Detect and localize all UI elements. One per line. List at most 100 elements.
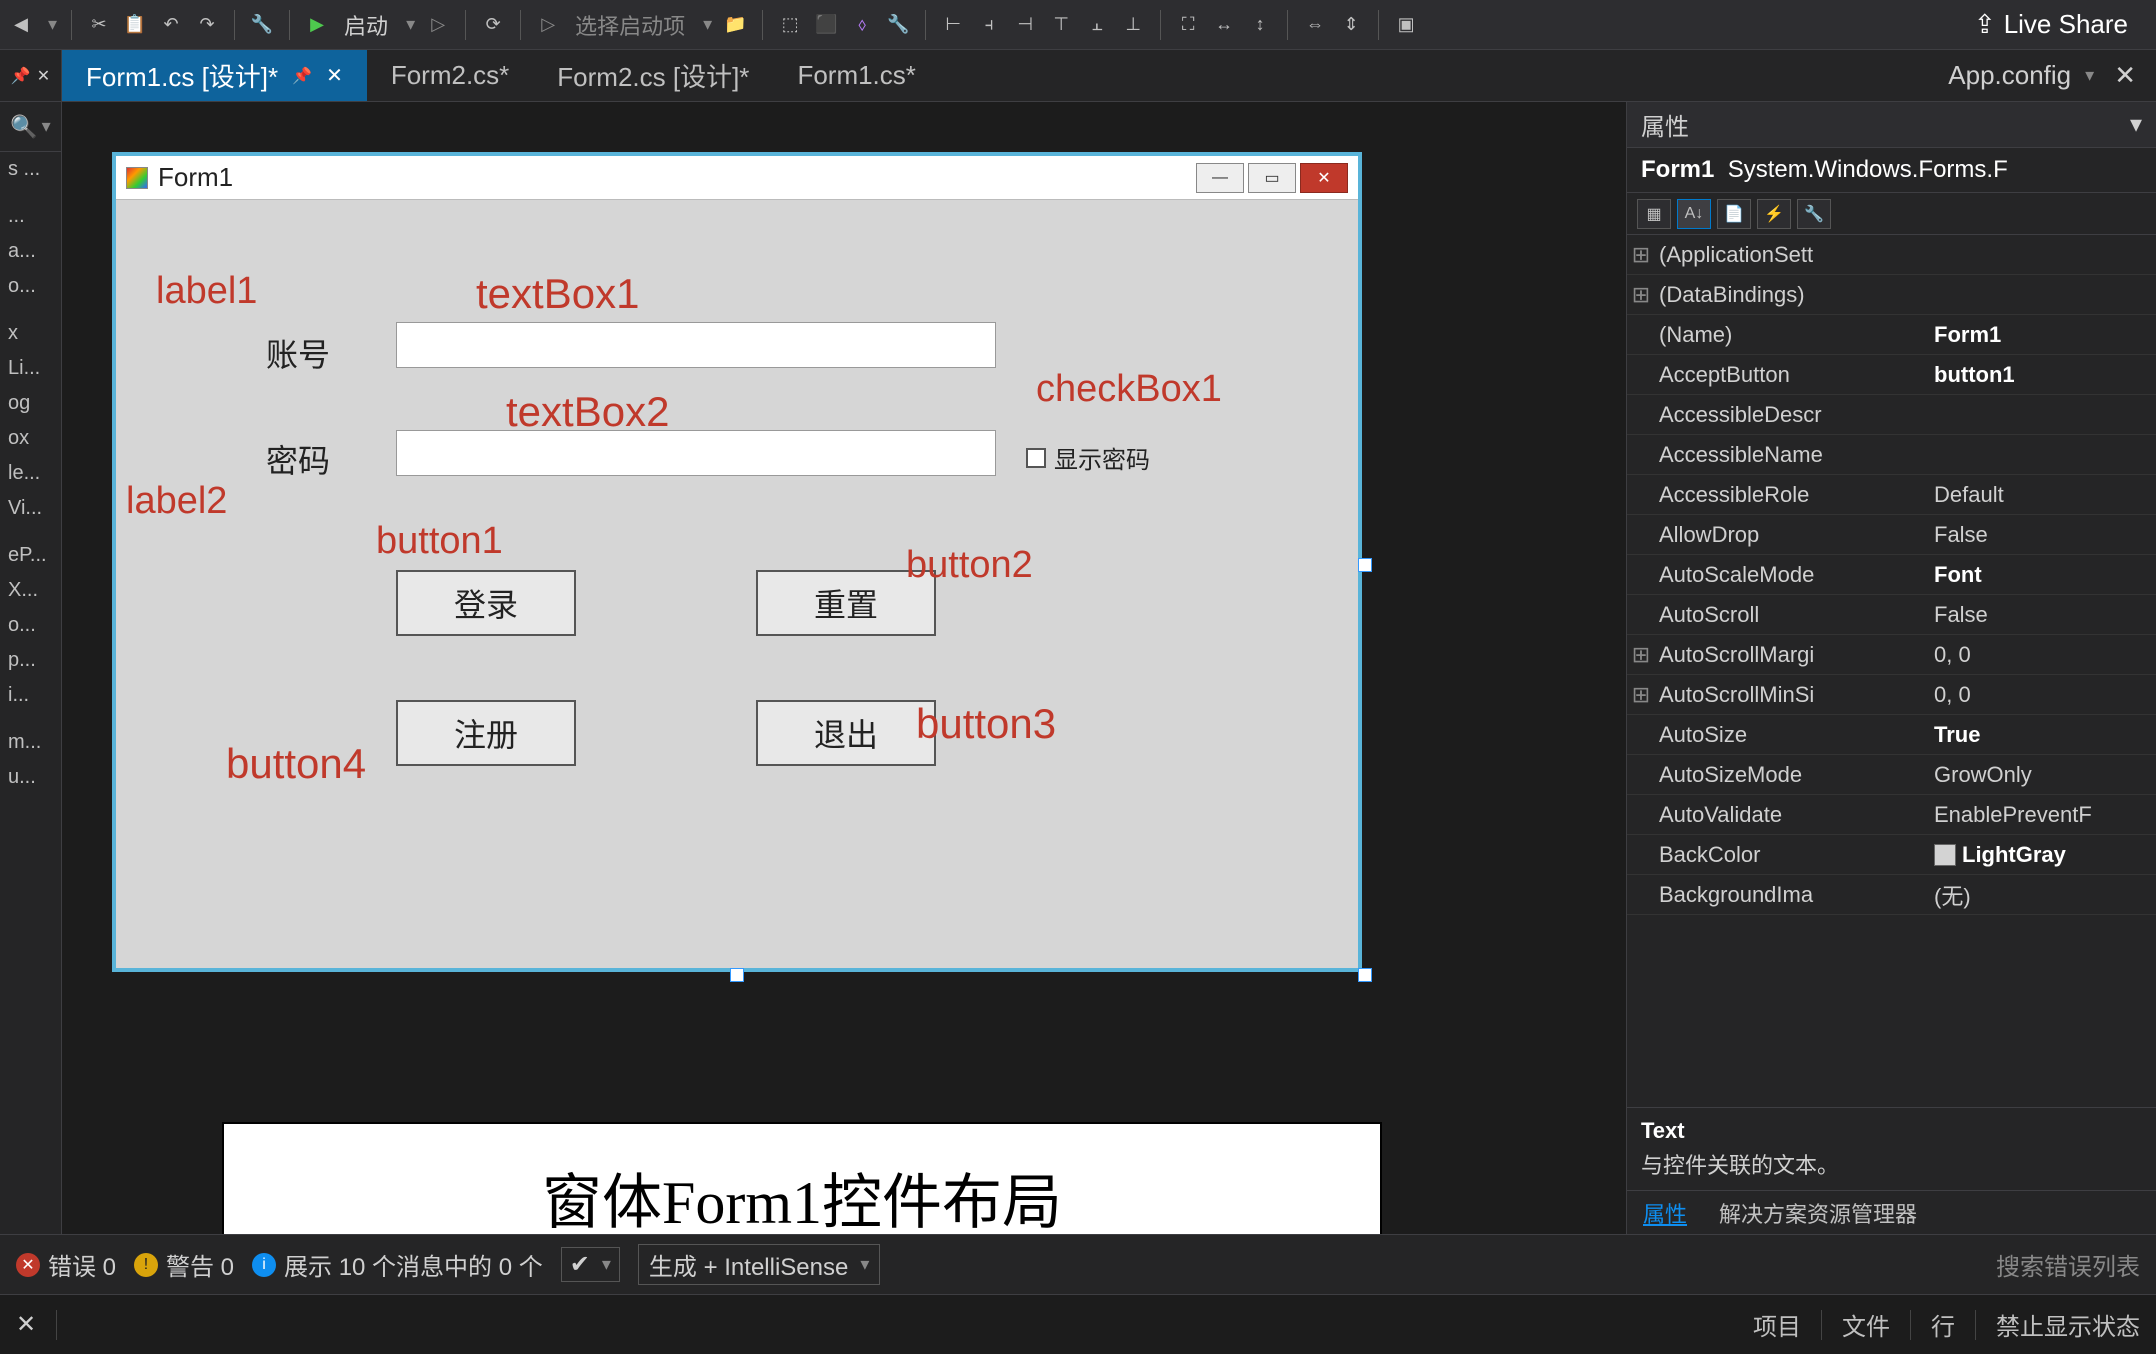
center-v-icon[interactable]: ⇕ xyxy=(1338,12,1364,38)
gutter-item[interactable]: u... xyxy=(0,760,61,795)
pin-area[interactable]: 📌✕ xyxy=(0,50,62,101)
clear-filter[interactable]: ✔▾ xyxy=(561,1247,620,1282)
property-value[interactable]: True xyxy=(1926,722,2156,748)
dropdown-icon[interactable]: ▾ xyxy=(2130,110,2142,139)
maximize-button[interactable]: ▭ xyxy=(1248,163,1296,193)
status-suppress[interactable]: 禁止显示状态 xyxy=(1996,1307,2140,1342)
start-icon[interactable]: ▶ xyxy=(304,12,330,38)
alphabetical-icon[interactable]: A↓ xyxy=(1677,199,1711,229)
property-row[interactable]: BackColorLightGray xyxy=(1627,835,2156,875)
build-scope-dropdown[interactable]: 生成 + IntelliSense▾ xyxy=(638,1244,880,1285)
property-row[interactable]: AutoSizeTrue xyxy=(1627,715,2156,755)
form-body[interactable]: 账号 密码 显示密码 登录 重置 注册 退出 label1 textBox1 t… xyxy=(116,200,1358,968)
gutter-item[interactable]: le... xyxy=(0,456,61,491)
gutter-item[interactable]: i... xyxy=(0,678,61,713)
align-top-icon[interactable]: ⊤ xyxy=(1048,12,1074,38)
expander-icon[interactable]: ⊞ xyxy=(1627,242,1655,268)
info-filter[interactable]: i展示 10 个消息中的 0 个 xyxy=(252,1247,543,1282)
property-value[interactable]: Form1 xyxy=(1926,322,2156,348)
gutter-item[interactable]: X... xyxy=(0,573,61,608)
center-h-icon[interactable]: ⇔ xyxy=(1302,12,1328,38)
gutter-item[interactable]: o... xyxy=(0,608,61,643)
gutter-item[interactable]: m... xyxy=(0,725,61,760)
align-left-icon[interactable]: ⊢ xyxy=(940,12,966,38)
property-row[interactable]: BackgroundIma(无) xyxy=(1627,875,2156,915)
categorized-icon[interactable]: ▦ xyxy=(1637,199,1671,229)
tab-solution-explorer[interactable]: 解决方案资源管理器 xyxy=(1703,1191,1933,1234)
toolbox-search[interactable]: 🔍▾ xyxy=(0,102,61,152)
tab-form1-cs[interactable]: Form1.cs* xyxy=(773,50,939,101)
expander-icon[interactable]: ⊞ xyxy=(1627,682,1655,708)
property-row[interactable]: ⊞AutoScrollMargi0, 0 xyxy=(1627,635,2156,675)
property-row[interactable]: AccessibleName xyxy=(1627,435,2156,475)
search-error-list[interactable]: 搜索错误列表 xyxy=(1996,1247,2140,1282)
property-value[interactable]: 0, 0 xyxy=(1926,642,2156,668)
launch-label[interactable]: 启动 xyxy=(340,9,392,41)
property-value[interactable]: EnablePreventF xyxy=(1926,802,2156,828)
gutter-item[interactable]: Li... xyxy=(0,351,61,386)
label2[interactable]: 密码 xyxy=(266,436,330,482)
property-value[interactable]: GrowOnly xyxy=(1926,762,2156,788)
property-value[interactable]: LightGray xyxy=(1926,842,2156,868)
dropdown-icon[interactable]: ▾ xyxy=(2085,65,2094,86)
property-row[interactable]: AutoScrollFalse xyxy=(1627,595,2156,635)
live-share-button[interactable]: ⇪ Live Share xyxy=(1974,9,2148,40)
property-value[interactable]: Font xyxy=(1926,562,2156,588)
warnings-filter[interactable]: !警告 0 xyxy=(134,1247,234,1282)
build-icon[interactable]: 🔧 xyxy=(249,12,275,38)
align-right-icon[interactable]: ⊣ xyxy=(1012,12,1038,38)
property-row[interactable]: ⊞(ApplicationSett xyxy=(1627,235,2156,275)
property-pages-icon[interactable]: 🔧 xyxy=(1797,199,1831,229)
property-value[interactable]: Default xyxy=(1926,482,2156,508)
gutter-item[interactable]: x xyxy=(0,316,61,351)
property-row[interactable]: ⊞(DataBindings) xyxy=(1627,275,2156,315)
undo-icon[interactable]: ↶ xyxy=(158,12,184,38)
minimize-button[interactable]: — xyxy=(1196,163,1244,193)
resize-icon[interactable]: ⛶ xyxy=(1175,12,1201,38)
gutter-item[interactable] xyxy=(0,187,61,199)
pin-icon[interactable]: 📌 xyxy=(292,66,312,86)
selection-handle[interactable] xyxy=(1358,558,1372,572)
tab-appconfig[interactable]: App.config▾✕ xyxy=(1928,50,2156,101)
gutter-item[interactable]: ... xyxy=(0,199,61,234)
close-button[interactable]: ✕ xyxy=(1300,163,1348,193)
form-titlebar[interactable]: Form1 — ▭ ✕ xyxy=(116,156,1358,200)
paste-icon[interactable]: 📋 xyxy=(122,12,148,38)
label1[interactable]: 账号 xyxy=(266,330,330,376)
close-icon[interactable]: ✕ xyxy=(2114,60,2136,91)
properties-grid[interactable]: ⊞(ApplicationSett⊞(DataBindings)(Name)Fo… xyxy=(1627,235,2156,1107)
gutter-item[interactable]: a... xyxy=(0,234,61,269)
errors-filter[interactable]: ✕错误 0 xyxy=(16,1247,116,1282)
refresh-icon[interactable]: ⟳ xyxy=(480,12,506,38)
tab-form1-design[interactable]: Form1.cs [设计]* 📌 ✕ xyxy=(62,50,367,101)
dropdown-icon[interactable]: ▾ xyxy=(406,14,415,35)
textbox2[interactable] xyxy=(396,430,996,476)
properties-icon[interactable]: 📄 xyxy=(1717,199,1751,229)
selection-handle[interactable] xyxy=(1358,968,1372,982)
expander-icon[interactable]: ⊞ xyxy=(1627,282,1655,308)
textbox1[interactable] xyxy=(396,322,996,368)
layout-icon[interactable]: ⬚ xyxy=(777,12,803,38)
properties-object[interactable]: Form1 System.Windows.Forms.F xyxy=(1627,148,2156,193)
gutter-item[interactable] xyxy=(0,713,61,725)
clear-icon[interactable]: ✕ xyxy=(16,1310,36,1339)
wrench-icon[interactable]: 🔧 xyxy=(885,12,911,38)
button4[interactable]: 注册 xyxy=(396,700,576,766)
button3[interactable]: 退出 xyxy=(756,700,936,766)
gutter-item[interactable]: ox xyxy=(0,421,61,456)
select-icon[interactable]: ⬛ xyxy=(813,12,839,38)
gutter-item[interactable]: p... xyxy=(0,643,61,678)
property-value[interactable]: False xyxy=(1926,602,2156,628)
bring-front-icon[interactable]: ▣ xyxy=(1393,12,1419,38)
property-row[interactable]: AutoValidateEnablePreventF xyxy=(1627,795,2156,835)
property-row[interactable]: ⊞AutoScrollMinSi0, 0 xyxy=(1627,675,2156,715)
property-value[interactable]: button1 xyxy=(1926,362,2156,388)
status-line[interactable]: 行 xyxy=(1931,1307,1955,1342)
launch-item-label[interactable]: 选择启动项 xyxy=(571,9,689,41)
align-bottom-icon[interactable]: ⊥ xyxy=(1120,12,1146,38)
property-row[interactable]: AcceptButtonbutton1 xyxy=(1627,355,2156,395)
gutter-item[interactable] xyxy=(0,526,61,538)
button2[interactable]: 重置 xyxy=(756,570,936,636)
property-row[interactable]: AccessibleRoleDefault xyxy=(1627,475,2156,515)
property-value[interactable]: (无) xyxy=(1926,879,2156,911)
